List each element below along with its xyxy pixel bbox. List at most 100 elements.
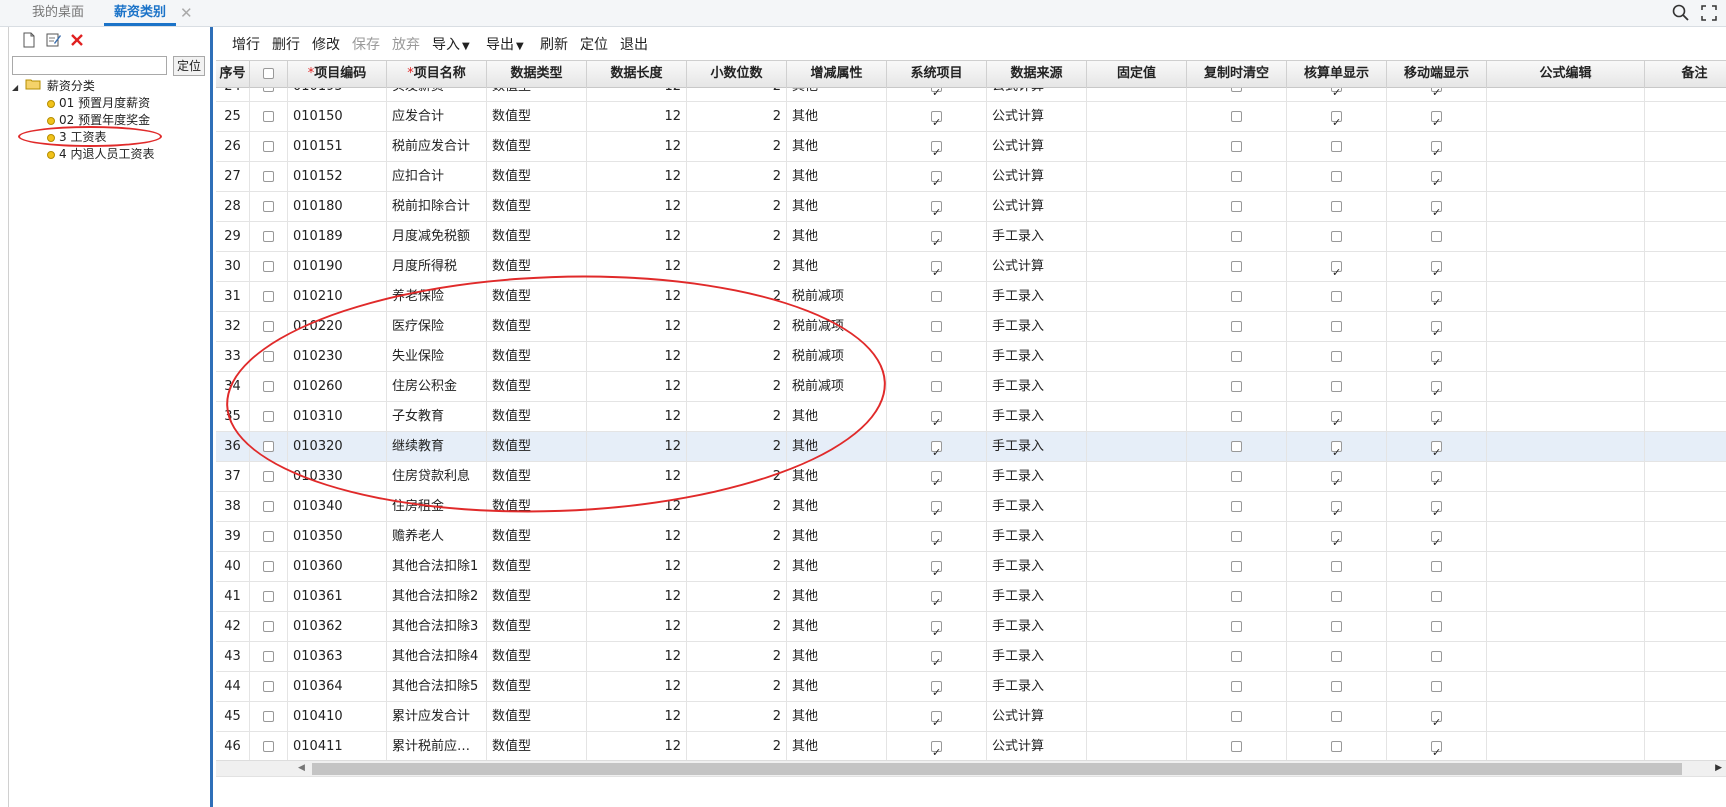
cell-name[interactable]: 累计税前应… — [387, 732, 487, 760]
cell-seq[interactable]: 38 — [216, 492, 250, 522]
cell-clr[interactable] — [1187, 192, 1287, 222]
cell-clr[interactable] — [1187, 402, 1287, 432]
cell-fixed[interactable] — [1087, 192, 1187, 222]
slip-checkbox[interactable] — [1331, 561, 1342, 572]
clr-checkbox[interactable] — [1231, 351, 1242, 362]
row-select-checkbox[interactable] — [263, 381, 274, 392]
cell-type[interactable]: 数值型 — [487, 402, 587, 432]
cell-len[interactable]: 12 — [587, 462, 687, 492]
cell-slip[interactable] — [1287, 282, 1387, 312]
clr-checkbox[interactable] — [1231, 291, 1242, 302]
cell-mob[interactable] — [1387, 732, 1487, 760]
cell-slip[interactable] — [1287, 402, 1387, 432]
cell-src[interactable]: 公式计算 — [987, 88, 1087, 102]
cell-attr[interactable]: 其他 — [787, 222, 887, 252]
cell-formula[interactable] — [1487, 552, 1645, 582]
clr-checkbox[interactable] — [1231, 471, 1242, 482]
clr-checkbox[interactable] — [1231, 171, 1242, 182]
cell-formula[interactable] — [1487, 612, 1645, 642]
header-attr[interactable]: 增减属性 — [787, 61, 887, 88]
table-row[interactable]: 30 010190月度所得税数值型122其他 公式计算 — [216, 252, 1726, 282]
cell-remark[interactable] — [1645, 462, 1726, 492]
cell-remark[interactable] — [1645, 522, 1726, 552]
cell-sys[interactable] — [887, 102, 987, 132]
cell-sys[interactable] — [887, 162, 987, 192]
sys-checkbox[interactable] — [931, 291, 942, 302]
mob-checkbox[interactable] — [1431, 288, 1442, 312]
cell-name[interactable]: 应扣合计 — [387, 162, 487, 192]
clr-checkbox[interactable] — [1231, 111, 1242, 122]
mob-checkbox[interactable] — [1431, 591, 1442, 602]
cell-clr[interactable] — [1187, 612, 1287, 642]
cell-name[interactable]: 住房贷款利息 — [387, 462, 487, 492]
clr-checkbox[interactable] — [1231, 261, 1242, 272]
cell-fixed[interactable] — [1087, 372, 1187, 402]
sys-checkbox[interactable] — [931, 198, 942, 222]
cell-slip[interactable] — [1287, 132, 1387, 162]
cell-len[interactable]: 12 — [587, 162, 687, 192]
clr-checkbox[interactable] — [1231, 711, 1242, 722]
cell-formula[interactable] — [1487, 402, 1645, 432]
sys-checkbox[interactable] — [931, 588, 942, 612]
mob-checkbox[interactable] — [1431, 318, 1442, 342]
cell-src[interactable]: 手工录入 — [987, 432, 1087, 462]
delete-row-button[interactable]: 删行 — [272, 34, 300, 54]
sys-checkbox[interactable] — [931, 438, 942, 462]
row-select-cell[interactable] — [250, 282, 288, 312]
cell-mob[interactable] — [1387, 612, 1487, 642]
mob-checkbox[interactable] — [1431, 108, 1442, 132]
tree-root[interactable]: ◢ 薪资分类 — [12, 78, 95, 95]
cell-code[interactable]: 010260 — [288, 372, 387, 402]
row-select-cell[interactable] — [250, 102, 288, 132]
cell-dec[interactable]: 2 — [687, 522, 787, 552]
cell-attr[interactable]: 其他 — [787, 642, 887, 672]
cell-mob[interactable] — [1387, 642, 1487, 672]
discard-button[interactable]: 放弃 — [392, 34, 420, 54]
sys-checkbox[interactable] — [931, 321, 942, 332]
cell-name[interactable]: 实发薪资 — [387, 88, 487, 102]
cell-dec[interactable]: 2 — [687, 222, 787, 252]
header-show-mobile[interactable]: 移动端显示 — [1387, 61, 1487, 88]
sys-checkbox[interactable] — [931, 648, 942, 672]
cell-dec[interactable]: 2 — [687, 582, 787, 612]
cell-remark[interactable] — [1645, 282, 1726, 312]
cell-slip[interactable] — [1287, 552, 1387, 582]
row-select-checkbox[interactable] — [263, 261, 274, 272]
cell-seq[interactable]: 27 — [216, 162, 250, 192]
cell-src[interactable]: 公式计算 — [987, 732, 1087, 760]
slip-checkbox[interactable] — [1331, 351, 1342, 362]
cell-mob[interactable] — [1387, 342, 1487, 372]
sys-checkbox[interactable] — [931, 678, 942, 702]
cell-slip[interactable] — [1287, 522, 1387, 552]
row-select-cell[interactable] — [250, 462, 288, 492]
cell-fixed[interactable] — [1087, 222, 1187, 252]
clr-checkbox[interactable] — [1231, 381, 1242, 392]
cell-clr[interactable] — [1187, 372, 1287, 402]
table-row[interactable]: 24 010195实发薪资数值型122其他 公式计算 — [216, 88, 1726, 102]
cell-fixed[interactable] — [1087, 102, 1187, 132]
clr-checkbox[interactable] — [1231, 531, 1242, 542]
sys-checkbox[interactable] — [931, 351, 942, 362]
sys-checkbox[interactable] — [931, 708, 942, 732]
cell-sys[interactable] — [887, 372, 987, 402]
cell-clr[interactable] — [1187, 102, 1287, 132]
cell-fixed[interactable] — [1087, 492, 1187, 522]
cell-seq[interactable]: 46 — [216, 732, 250, 760]
cell-src[interactable]: 手工录入 — [987, 402, 1087, 432]
row-select-cell[interactable] — [250, 732, 288, 760]
cell-seq[interactable]: 42 — [216, 612, 250, 642]
cell-src[interactable]: 公式计算 — [987, 102, 1087, 132]
tree-item-annual-bonus[interactable]: 02 预置年度奖金 — [47, 112, 150, 129]
header-length[interactable]: 数据长度 — [587, 61, 687, 88]
row-select-cell[interactable] — [250, 372, 288, 402]
row-select-checkbox[interactable] — [263, 711, 274, 722]
cell-type[interactable]: 数值型 — [487, 372, 587, 402]
cell-remark[interactable] — [1645, 582, 1726, 612]
cell-mob[interactable] — [1387, 432, 1487, 462]
mob-checkbox[interactable] — [1431, 88, 1442, 102]
cell-dec[interactable]: 2 — [687, 702, 787, 732]
cell-name[interactable]: 月度减免税额 — [387, 222, 487, 252]
cell-remark[interactable] — [1645, 162, 1726, 192]
cell-attr[interactable]: 其他 — [787, 672, 887, 702]
cell-dec[interactable]: 2 — [687, 372, 787, 402]
